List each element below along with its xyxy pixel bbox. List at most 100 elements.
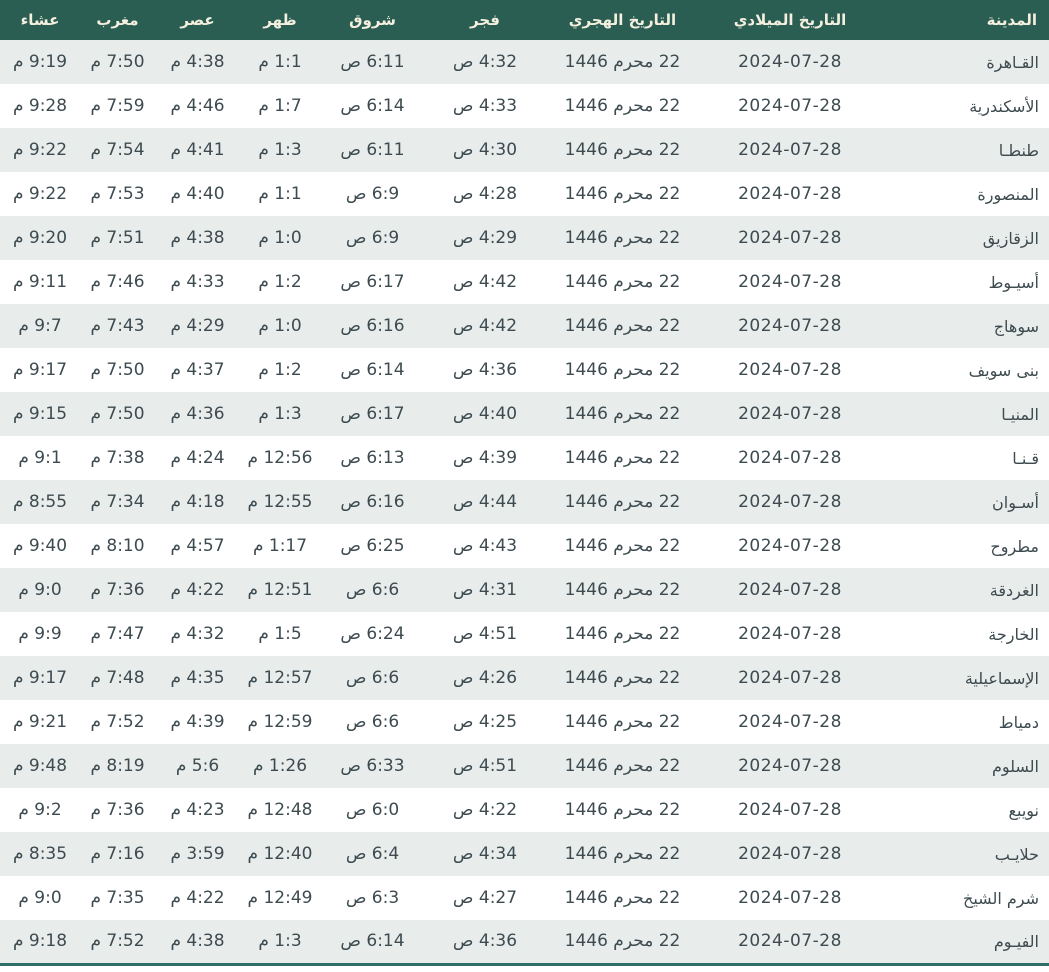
asr-cell: 3:59 م xyxy=(170,844,225,864)
hijri-cell: 22 محرم 1446 xyxy=(564,52,681,72)
maghrib-cell: 7:46 م xyxy=(90,272,145,292)
maghrib-cell: 7:47 م xyxy=(90,624,145,644)
fajr-cell: 4:22 ص xyxy=(452,800,518,820)
shurooq-cell: 6:3 ص xyxy=(345,888,400,908)
dhuhr-cell: 1:17 م xyxy=(252,536,308,556)
gregorian-cell: 2024-07-28 xyxy=(738,404,842,424)
hijri-cell: 22 محرم 1446 xyxy=(564,580,681,600)
fajr-cell: 4:28 ص xyxy=(452,184,518,204)
asr-cell: 4:32 م xyxy=(170,624,225,644)
dhuhr-cell: 12:40 م xyxy=(247,844,313,864)
gregorian-cell: 2024-07-28 xyxy=(738,140,842,160)
shurooq-cell: 6:4 ص xyxy=(345,844,400,864)
shurooq-cell: 6:14 ص xyxy=(340,360,405,380)
city-cell: طنطـا xyxy=(998,140,1039,160)
city-cell: حلايـب xyxy=(994,844,1039,864)
dhuhr-cell: 1:2 م xyxy=(258,360,302,380)
city-cell: المنيـا xyxy=(1001,404,1039,424)
city-cell: دمياط xyxy=(998,712,1039,732)
shurooq-cell: 6:14 ص xyxy=(340,931,405,952)
fajr-cell: 4:43 ص xyxy=(452,536,518,556)
column-header-fajr: فجر xyxy=(425,0,545,40)
hijri-cell: 22 محرم 1446 xyxy=(564,624,681,644)
dhuhr-cell: 1:3 م xyxy=(258,140,302,160)
dhuhr-cell: 12:59 م xyxy=(247,712,313,732)
dhuhr-cell: 1:26 م xyxy=(252,756,308,776)
city-cell: أسـوان xyxy=(992,492,1039,512)
dhuhr-cell: 12:56 م xyxy=(247,448,313,468)
column-header-isha: عشاء xyxy=(0,0,80,40)
dhuhr-cell: 12:55 م xyxy=(247,492,313,512)
shurooq-cell: 6:16 ص xyxy=(340,492,405,512)
shurooq-cell: 6:6 ص xyxy=(345,712,400,732)
gregorian-cell: 2024-07-28 xyxy=(738,888,842,908)
hijri-cell: 22 محرم 1446 xyxy=(564,448,681,468)
asr-cell: 4:46 م xyxy=(170,96,225,116)
fajr-cell: 4:29 ص xyxy=(452,228,518,248)
hijri-cell: 22 محرم 1446 xyxy=(564,931,681,952)
isha-cell: 9:19 م xyxy=(12,52,68,72)
column-header-gregorian: التاريخ الميلادي xyxy=(700,0,880,40)
city-cell: سوهاج xyxy=(993,316,1039,336)
maghrib-cell: 7:34 م xyxy=(90,492,145,512)
city-cell: مطروح xyxy=(990,536,1039,556)
maghrib-cell: 7:36 م xyxy=(90,800,145,820)
asr-cell: 5:6 م xyxy=(175,756,220,776)
hijri-cell: 22 محرم 1446 xyxy=(564,492,681,512)
maghrib-cell: 7:52 م xyxy=(90,931,145,952)
gregorian-cell: 2024-07-28 xyxy=(738,448,842,468)
dhuhr-cell: 1:2 م xyxy=(258,272,302,292)
dhuhr-cell: 1:0 م xyxy=(258,316,302,336)
fajr-cell: 4:30 ص xyxy=(452,140,518,160)
gregorian-cell: 2024-07-28 xyxy=(738,360,842,380)
maghrib-cell: 8:10 م xyxy=(90,536,145,556)
city-cell: الزقازيق xyxy=(982,228,1039,248)
city-cell: بنى سويف xyxy=(968,360,1039,380)
column-header-asr: عصر xyxy=(155,0,240,40)
gregorian-cell: 2024-07-28 xyxy=(738,272,842,292)
fajr-cell: 4:51 ص xyxy=(452,624,518,644)
shurooq-cell: 6:24 ص xyxy=(340,624,405,644)
asr-cell: 4:22 م xyxy=(170,580,225,600)
maghrib-cell: 7:50 م xyxy=(90,404,145,424)
hijri-cell: 22 محرم 1446 xyxy=(564,536,681,556)
maghrib-cell: 7:38 م xyxy=(90,448,145,468)
table-row: الخارجة 2024-07-28 22 محرم 1446 4:51 ص 6:24 … xyxy=(0,612,1049,656)
maghrib-cell: 7:36 م xyxy=(90,580,145,600)
column-header-maghrib: مغرب xyxy=(80,0,155,40)
fajr-cell: 4:34 ص xyxy=(452,844,518,864)
table-row: المنيـا 2024-07-28 22 محرم 1446 4:40 ص 6:17 … xyxy=(0,392,1049,436)
city-cell: الغردقة xyxy=(989,580,1039,600)
maghrib-cell: 7:54 م xyxy=(90,140,145,160)
fajr-cell: 4:36 ص xyxy=(452,360,518,380)
shurooq-cell: 6:13 ص xyxy=(340,448,405,468)
header-row: المدينة التاريخ الميلادي التاريخ الهجري فجر… xyxy=(0,0,1049,40)
fajr-cell: 4:31 ص xyxy=(452,580,518,600)
maghrib-cell: 7:35 م xyxy=(90,888,145,908)
shurooq-cell: 6:0 ص xyxy=(345,800,400,820)
isha-cell: 9:0 م xyxy=(18,888,62,908)
asr-cell: 4:41 م xyxy=(170,140,225,160)
dhuhr-cell: 12:51 م xyxy=(247,580,313,600)
fajr-cell: 4:44 ص xyxy=(452,492,518,512)
fajr-cell: 4:27 ص xyxy=(452,888,518,908)
asr-cell: 4:35 م xyxy=(170,668,225,688)
asr-cell: 4:40 م xyxy=(170,184,225,204)
gregorian-cell: 2024-07-28 xyxy=(738,712,842,732)
shurooq-cell: 6:14 ص xyxy=(340,96,405,116)
city-cell: قـنـا xyxy=(1012,448,1039,468)
asr-cell: 4:38 م xyxy=(170,228,225,248)
asr-cell: 4:24 م xyxy=(170,448,225,468)
column-header-dhuhr: ظهر xyxy=(240,0,320,40)
hijri-cell: 22 محرم 1446 xyxy=(564,668,681,688)
table-row: شرم الشيخ 2024-07-28 22 محرم 1446 4:27 ص 6:3… xyxy=(0,876,1049,920)
hijri-cell: 22 محرم 1446 xyxy=(564,272,681,292)
isha-cell: 9:15 م xyxy=(12,404,68,424)
dhuhr-cell: 1:7 م xyxy=(258,96,302,116)
fajr-cell: 4:40 ص xyxy=(452,404,518,424)
asr-cell: 4:22 م xyxy=(170,888,225,908)
shurooq-cell: 6:33 ص xyxy=(340,756,405,776)
isha-cell: 9:40 م xyxy=(12,536,68,556)
shurooq-cell: 6:9 ص xyxy=(345,184,400,204)
city-cell: المنصورة xyxy=(977,184,1039,204)
